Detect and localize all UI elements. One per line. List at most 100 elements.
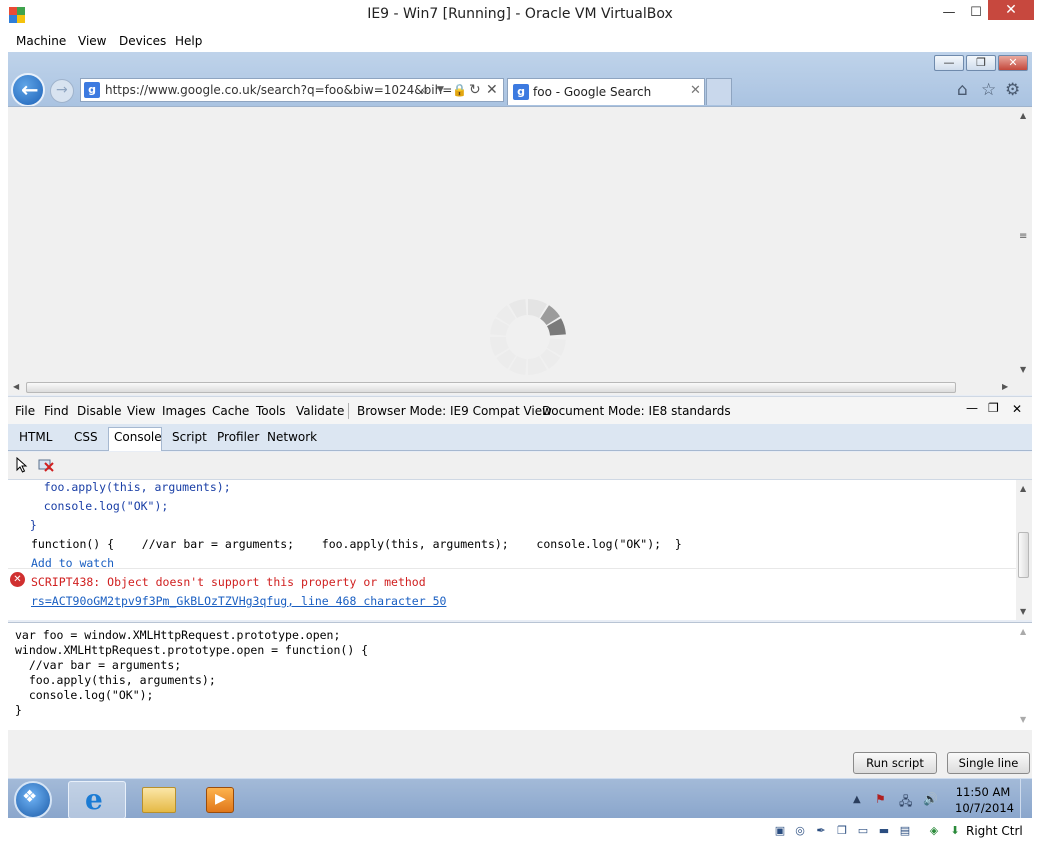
devtools-menu-file[interactable]: File <box>15 404 35 418</box>
forward-button[interactable]: → <box>50 79 74 103</box>
clock-time[interactable]: 11:50 AM <box>955 785 1011 799</box>
host-key-label: Right Ctrl <box>966 824 1023 838</box>
host-menu-view[interactable]: View <box>78 34 106 48</box>
output-separator <box>8 568 1016 569</box>
refresh-icon[interactable]: ↻ <box>469 82 481 98</box>
tab-network[interactable]: Network <box>267 430 317 444</box>
output-scroll-thumb[interactable] <box>1018 532 1029 578</box>
tab-close-icon[interactable]: ✕ <box>690 83 701 98</box>
host-menu-machine[interactable]: Machine <box>16 34 66 48</box>
scroll-left-arrow-icon[interactable]: ◀ <box>13 382 19 391</box>
show-hidden-icons-icon[interactable]: ▲ <box>853 794 861 805</box>
input-horizontal-scrollbar[interactable] <box>8 730 1032 744</box>
tab-script[interactable]: Script <box>172 430 207 444</box>
shared-folders-icon[interactable]: ❐ <box>834 823 850 839</box>
host-menu-help[interactable]: Help <box>175 34 202 48</box>
output-line: } <box>16 518 37 532</box>
devtools-menu-view[interactable]: View <box>127 404 155 418</box>
single-line-mode-button[interactable]: Single line mode <box>947 752 1030 790</box>
input-line[interactable]: } <box>15 703 22 717</box>
input-line[interactable]: var foo = window.XMLHttpRequest.prototyp… <box>15 628 340 642</box>
stop-icon[interactable]: ✕ <box>486 82 498 98</box>
scroll-down-arrow-icon[interactable]: ▼ <box>1020 365 1026 374</box>
show-desktop-button[interactable] <box>1020 779 1032 818</box>
optical-drive-icon[interactable]: ◎ <box>792 823 808 839</box>
devtools-menu-cache[interactable]: Cache <box>212 404 249 418</box>
select-element-cursor-icon[interactable] <box>15 457 29 473</box>
devtools-menubar: File Find Disable View Images Cache Tool… <box>8 396 1032 424</box>
new-tab-button[interactable] <box>706 78 732 105</box>
lock-icon[interactable]: 🔒 <box>452 83 467 97</box>
tab-html[interactable]: HTML <box>19 430 52 444</box>
console-input[interactable]: var foo = window.XMLHttpRequest.prototyp… <box>8 622 1032 730</box>
input-line[interactable]: window.XMLHttpRequest.prototype.open = f… <box>15 643 368 657</box>
network-adapter-icon[interactable]: ▬ <box>876 823 892 839</box>
devtools-menu-tools[interactable]: Tools <box>256 404 286 418</box>
ie-minimize-button[interactable]: — <box>934 55 964 71</box>
host-menu-devices[interactable]: Devices <box>119 34 166 48</box>
host-close-button[interactable]: ✕ <box>988 0 1034 20</box>
scroll-up-arrow-icon[interactable]: ▲ <box>1020 627 1026 636</box>
devtools-menu-validate[interactable]: Validate <box>296 404 344 418</box>
back-button[interactable]: ← <box>11 73 45 107</box>
input-vertical-scrollbar[interactable]: ▲ ▼ <box>1016 623 1032 730</box>
search-icon[interactable]: ⌕ <box>421 82 429 98</box>
clock-date[interactable]: 10/7/2014 <box>955 801 1014 815</box>
output-vertical-scrollbar[interactable]: ▲ ▼ <box>1016 480 1032 620</box>
horizontal-scroll-thumb[interactable] <box>26 382 956 393</box>
clear-console-icon[interactable] <box>38 458 54 472</box>
video-capture-icon[interactable]: ▤ <box>897 823 913 839</box>
scroll-grip-icon[interactable]: ≡ <box>1019 231 1027 242</box>
error-icon: ✕ <box>10 572 25 587</box>
network-icon[interactable]: 🖧 <box>899 792 912 813</box>
page-horizontal-scrollbar[interactable]: ◀ ▶ <box>8 379 1032 395</box>
guest-additions-icon[interactable]: ◈ <box>926 823 942 839</box>
tab-label: foo - Google Search <box>533 85 652 99</box>
tools-gear-icon[interactable]: ⚙ <box>1005 80 1020 100</box>
input-line[interactable]: //var bar = arguments; <box>15 658 181 672</box>
input-line[interactable]: foo.apply(this, arguments); <box>15 673 216 687</box>
run-script-button[interactable]: Run script <box>853 752 937 774</box>
ie-close-button[interactable]: ✕ <box>998 55 1028 71</box>
mouse-integration-icon[interactable]: ⬇ <box>947 823 963 839</box>
taskbar-media-player[interactable]: ▶ <box>206 787 234 813</box>
display-icon[interactable]: ▭ <box>855 823 871 839</box>
home-icon[interactable]: ⌂ <box>957 80 968 100</box>
devtools-menu-disable[interactable]: Disable <box>77 404 122 418</box>
scroll-up-arrow-icon[interactable]: ▲ <box>1020 484 1026 493</box>
input-line[interactable]: console.log("OK"); <box>15 688 154 702</box>
scroll-down-arrow-icon[interactable]: ▼ <box>1020 715 1026 724</box>
scroll-down-arrow-icon[interactable]: ▼ <box>1020 607 1026 616</box>
devtools-close-icon[interactable]: ✕ <box>1012 402 1022 416</box>
tab-css[interactable]: CSS <box>74 430 98 444</box>
taskbar-internet-explorer[interactable]: e <box>68 781 126 818</box>
usb-icon[interactable]: ✒ <box>813 823 829 839</box>
favorites-star-icon[interactable]: ☆ <box>981 80 996 100</box>
dropdown-arrow-icon[interactable]: ▼ <box>437 85 444 95</box>
taskbar-file-explorer-icon[interactable] <box>142 787 176 813</box>
document-mode-menu[interactable]: Document Mode: IE8 standards <box>542 404 731 418</box>
address-bar[interactable]: g https://www.google.co.uk/search?q=foo&… <box>80 78 504 102</box>
tab-console[interactable]: Console <box>114 430 162 444</box>
devtools-menu-images[interactable]: Images <box>162 404 206 418</box>
start-button[interactable]: ❖ <box>14 781 52 818</box>
tab-profiler[interactable]: Profiler <box>217 430 259 444</box>
devtools-unpin-icon[interactable]: ❐ <box>988 401 999 415</box>
tab-google-search[interactable]: g foo - Google Search ✕ <box>507 78 705 105</box>
devtools-menu-find[interactable]: Find <box>44 404 69 418</box>
host-minimize-button[interactable]: — <box>934 3 964 23</box>
address-url[interactable]: https://www.google.co.uk/search?q=foo&bi… <box>105 83 452 97</box>
page-vertical-scrollbar[interactable]: ▲ ≡ ▼ <box>1016 107 1032 379</box>
browser-mode-menu[interactable]: Browser Mode: IE9 Compat View <box>357 404 552 418</box>
scroll-right-arrow-icon[interactable]: ▶ <box>1002 382 1008 391</box>
console-toolbar <box>8 452 1032 479</box>
volume-icon[interactable]: 🔊 <box>923 792 938 806</box>
scroll-up-arrow-icon[interactable]: ▲ <box>1020 111 1026 120</box>
media-play-icon: ▶ <box>215 791 226 807</box>
devtools-minimize-icon[interactable]: — <box>966 401 978 415</box>
action-center-flag-icon[interactable]: ⚑ <box>875 792 886 806</box>
host-maximize-button[interactable]: ☐ <box>961 3 991 23</box>
hard-disk-icon[interactable]: ▣ <box>772 823 788 839</box>
ie-restore-button[interactable]: ❐ <box>966 55 996 71</box>
error-source-link[interactable]: rs=ACT90oGM2tpv9f3Pm_GkBLOzTZVHg3qfug, l… <box>31 594 446 608</box>
